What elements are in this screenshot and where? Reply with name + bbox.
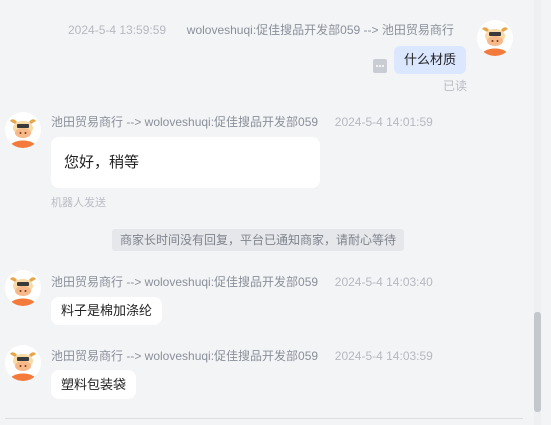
more-icon[interactable] [373,59,387,73]
divider [5,418,523,419]
message-time: 2024-5-4 14:03:40 [334,275,433,289]
avatar[interactable] [5,345,41,381]
message-route: 池田贸易商行 --> woloveshuqi:促佳搜品开发部059 [51,275,319,289]
message-header: 池田贸易商行 --> woloveshuqi:促佳搜品开发部059 2024-5… [51,347,433,364]
cartoon-bull-avatar-icon [477,20,513,56]
message-time: 2024-5-4 14:03:59 [334,349,433,363]
message-header: 池田贸易商行 --> woloveshuqi:促佳搜品开发部059 2024-5… [51,113,433,130]
read-status: 已读 [443,79,468,93]
message-bubble[interactable]: 塑料包装袋 [51,370,137,399]
avatar[interactable] [5,270,41,306]
cartoon-bull-avatar-icon [5,345,41,381]
avatar[interactable] [5,112,41,148]
message-header: 池田贸易商行 --> woloveshuqi:促佳搜品开发部059 2024-5… [51,273,433,290]
message-time: 2024-5-4 14:01:59 [334,115,433,129]
system-notice: 商家长时间没有回复，平台已通知商家，请耐心等待 [112,229,405,251]
scrollbar-thumb[interactable] [534,312,541,412]
message-route: 池田贸易商行 --> woloveshuqi:促佳搜品开发部059 [51,115,319,129]
bot-sent-note: 机器人发送 [51,197,106,209]
cartoon-bull-avatar-icon [5,112,41,148]
message-route: 池田贸易商行 --> woloveshuqi:促佳搜品开发部059 [51,349,319,363]
message-route: woloveshuqi:促佳搜品开发部059 --> 池田贸易商行 [186,23,454,37]
message-time: 2024-5-4 13:59:59 [68,23,167,37]
message-bubble[interactable]: 料子是棉加涤纶 [51,297,163,325]
cartoon-bull-avatar-icon [5,270,41,306]
message-bubble[interactable]: 什么材质 [394,46,467,74]
avatar[interactable] [477,20,513,56]
scrollbar[interactable] [534,0,541,425]
message-bubble[interactable]: 您好，稍等 [51,137,320,188]
message-header: 2024-5-4 13:59:59 woloveshuqi:促佳搜品开发部059… [68,21,454,38]
